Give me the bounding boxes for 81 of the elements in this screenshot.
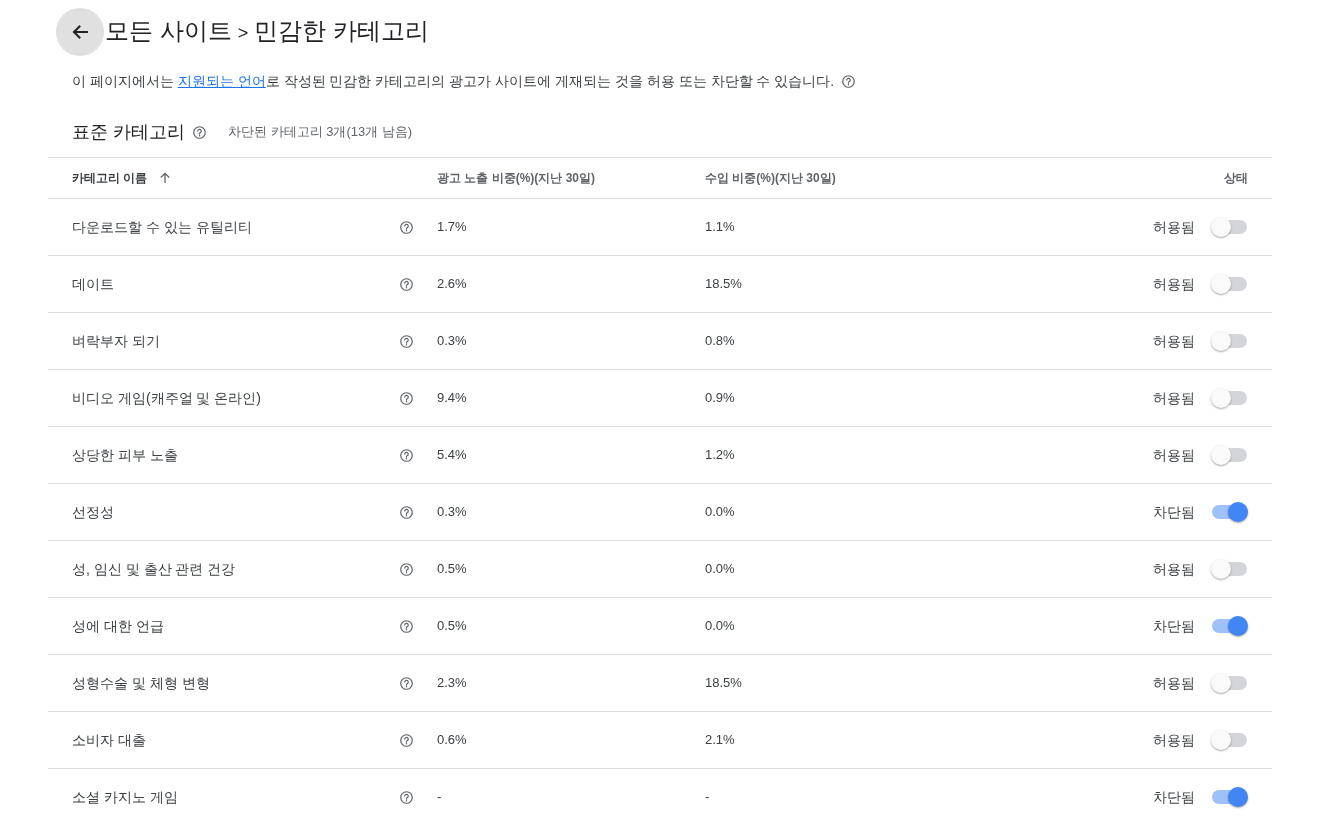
toggle-switch[interactable] [1211,615,1248,637]
category-name: 다운로드할 수 있는 유틸리티 [72,217,253,237]
revenue-share: 0.0% [705,503,736,522]
impression-share: 0.5% [437,617,468,636]
status-label: 허용됨 [1153,217,1195,237]
toggle-switch[interactable] [1211,216,1248,238]
toggle-switch[interactable] [1211,501,1248,523]
column-header[interactable]: 상태 [1224,169,1248,187]
revenue-share: 0.0% [705,560,736,579]
help-icon [400,790,413,804]
status-label: 허용됨 [1153,673,1195,693]
status-label: 허용됨 [1153,445,1195,465]
status-label: 허용됨 [1153,331,1195,351]
help-icon [400,391,413,405]
impression-share: 9.4% [437,389,468,408]
revenue-share: 0.9% [705,389,736,408]
revenue-share: 18.5% [705,674,743,693]
help-icon [400,562,413,576]
back-arrow-icon [70,22,90,42]
category-name: 데이트 [72,274,115,294]
impression-share: - [437,788,443,807]
category-name: 벼락부자 되기 [72,331,161,351]
toggle-switch[interactable] [1211,558,1248,580]
status-label: 차단됨 [1153,502,1195,522]
toggle-switch[interactable] [1211,444,1248,466]
status-label: 허용됨 [1153,559,1195,579]
status-label: 허용됨 [1153,730,1195,750]
status-label: 허용됨 [1153,388,1195,408]
revenue-share: 2.1% [705,731,736,750]
page-title: 민감한 카테고리 [254,16,429,46]
revenue-share: - [705,788,711,807]
description-text: 이 페이지에서는 지원되는 언어 로 작성된 민감한 카테고리의 광고가 사이트에 게재되는 것을 허용 또는 차단할 수 있습니다. [72,72,835,91]
breadcrumb-parent: 모든 사이트 [105,16,232,46]
impression-share: 0.3% [437,332,468,351]
toggle-switch[interactable] [1211,729,1248,751]
impression-share: 0.5% [437,560,468,579]
status-label: 차단됨 [1153,616,1195,636]
category-name: 소셜 카지노 게임 [72,787,179,807]
help-icon [400,334,413,348]
revenue-share: 1.1% [705,218,736,237]
help-icon [400,220,413,234]
revenue-share: 1.2% [705,446,736,465]
impression-share: 2.6% [437,275,468,294]
help-icon [842,74,856,88]
supported-languages-link[interactable]: 지원되는 언어 [177,73,266,89]
section-title: 표준 카테고리 [72,121,185,144]
category-name: 상당한 피부 노출 [72,445,179,465]
toggle-switch[interactable] [1211,387,1248,409]
back-button[interactable] [56,8,104,56]
toggle-switch[interactable] [1211,330,1248,352]
help-icon [400,277,413,291]
help-icon [400,733,413,747]
category-name: 소비자 대출 [72,730,147,750]
column-header[interactable]: 수입 비중(%)(지난 30일) [705,169,836,187]
category-name: 성에 대한 언급 [72,616,165,636]
blocked-count-text: 차단된 카테고리 3개(13개 남음) [228,123,413,142]
impression-share: 5.4% [437,446,468,465]
help-icon [400,448,413,462]
category-name: 비디오 게임(캐주얼 및 온라인) [72,388,262,408]
category-name: 성, 임신 및 출산 관련 건강 [72,559,237,579]
toggle-switch[interactable] [1211,786,1248,808]
revenue-share: 0.0% [705,617,736,636]
impression-share: 2.3% [437,674,468,693]
status-label: 허용됨 [1153,274,1195,294]
impression-share: 1.7% [437,218,468,237]
help-icon [400,619,413,633]
toggle-switch[interactable] [1211,273,1248,295]
category-name: 선정성 [72,502,115,522]
breadcrumb-separator: > [237,22,249,45]
help-icon [400,505,413,519]
revenue-share: 18.5% [705,275,743,294]
toggle-switch[interactable] [1211,672,1248,694]
column-header[interactable]: 광고 노출 비중(%)(지난 30일) [437,169,595,187]
help-icon [400,676,413,690]
impression-share: 0.6% [437,731,468,750]
revenue-share: 0.8% [705,332,736,351]
impression-share: 0.3% [437,503,468,522]
status-label: 차단됨 [1153,787,1195,807]
column-header[interactable]: 카테고리 이름 [72,169,148,187]
help-icon [193,125,206,139]
category-name: 성형수술 및 체형 변형 [72,673,211,693]
